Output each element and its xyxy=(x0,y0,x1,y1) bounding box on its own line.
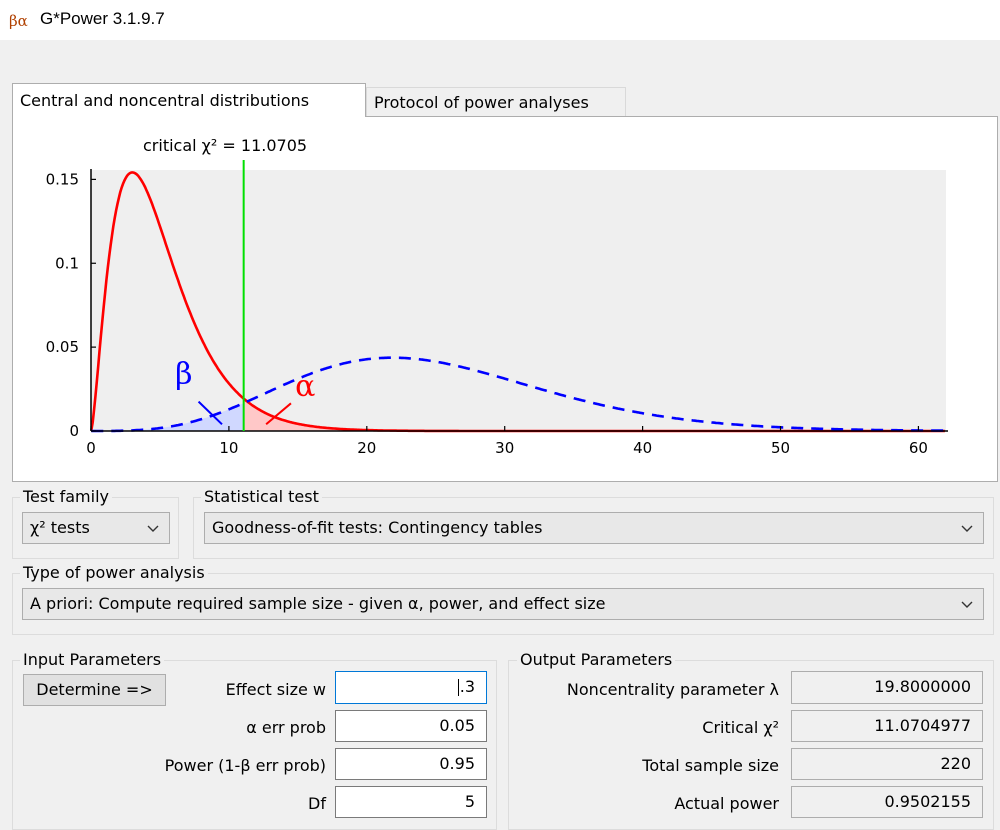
window-title: G*Power 3.1.9.7 xyxy=(40,9,165,28)
x-tick-label: 60 xyxy=(909,439,928,457)
critical-chi2-label: Critical χ² xyxy=(702,718,779,737)
distribution-plot: 0 10 20 30 40 50 60 0 0.05 0.1 0.15 critical χ² = … xyxy=(12,116,998,482)
critical-value-label: critical χ² = 11.0705 xyxy=(143,136,307,155)
tab-distributions[interactable]: Central and noncentral distributions xyxy=(12,83,366,117)
test-family-value: χ² tests xyxy=(30,518,90,537)
total-sample-size-output: 220 xyxy=(791,748,983,780)
y-tick-label: 0.05 xyxy=(46,338,79,356)
power-label: Power (1-β err prob) xyxy=(164,756,326,775)
chevron-down-icon xyxy=(961,601,973,608)
tab-protocol[interactable]: Protocol of power analyses xyxy=(366,87,626,116)
statistical-test-select[interactable]: Goodness-of-fit tests: Contingency table… xyxy=(204,512,984,544)
beta-label: β xyxy=(175,357,192,392)
effect-size-label: Effect size w xyxy=(225,680,326,699)
statistical-test-legend: Statistical test xyxy=(201,487,322,507)
y-tick-label: 0.1 xyxy=(55,254,79,272)
x-tick-label: 0 xyxy=(86,439,96,457)
x-tick-label: 40 xyxy=(633,439,652,457)
df-label: Df xyxy=(308,794,326,813)
power-input[interactable]: 0.95 xyxy=(335,748,487,780)
effect-size-input[interactable]: .3 xyxy=(335,671,487,704)
x-tick-label: 30 xyxy=(495,439,514,457)
input-parameters-legend: Input Parameters xyxy=(20,650,165,670)
x-tick-label: 50 xyxy=(771,439,790,457)
text-caret xyxy=(458,679,459,696)
x-tick-label: 20 xyxy=(357,439,376,457)
test-family-select[interactable]: χ² tests xyxy=(22,512,170,544)
svg-text:βα: βα xyxy=(9,12,28,30)
alpha-err-prob-label: α err prob xyxy=(246,718,326,737)
test-family-legend: Test family xyxy=(20,487,112,507)
critical-chi2-output: 11.0704977 xyxy=(791,710,983,742)
chevron-down-icon xyxy=(147,525,159,532)
distribution-chart: 0 10 20 30 40 50 60 0 0.05 0.1 0.15 critical χ² = … xyxy=(46,136,948,457)
determine-button[interactable]: Determine => xyxy=(23,674,166,706)
chevron-down-icon xyxy=(961,525,973,532)
df-input[interactable]: 5 xyxy=(335,786,487,818)
noncentrality-output: 19.8000000 xyxy=(791,671,983,704)
power-analysis-type-select[interactable]: A priori: Compute required sample size -… xyxy=(22,588,984,620)
noncentrality-label: Noncentrality parameter λ xyxy=(566,680,779,699)
power-analysis-type-value: A priori: Compute required sample size -… xyxy=(30,594,606,613)
y-tick-label: 0.15 xyxy=(46,170,79,188)
actual-power-output: 0.9502155 xyxy=(791,786,983,818)
title-bar: βα G*Power 3.1.9.7 xyxy=(0,0,1000,40)
output-parameters-legend: Output Parameters xyxy=(517,650,676,670)
y-tick-label: 0 xyxy=(69,422,79,440)
gpower-app-icon: βα xyxy=(8,10,34,30)
x-tick-label: 10 xyxy=(219,439,238,457)
statistical-test-value: Goodness-of-fit tests: Contingency table… xyxy=(212,518,543,537)
alpha-err-prob-input[interactable]: 0.05 xyxy=(335,710,487,742)
actual-power-label: Actual power xyxy=(674,794,779,813)
power-analysis-type-legend: Type of power analysis xyxy=(20,563,208,583)
total-sample-size-label: Total sample size xyxy=(642,756,779,775)
alpha-label: α xyxy=(295,369,315,404)
plot-area-background xyxy=(91,170,946,431)
